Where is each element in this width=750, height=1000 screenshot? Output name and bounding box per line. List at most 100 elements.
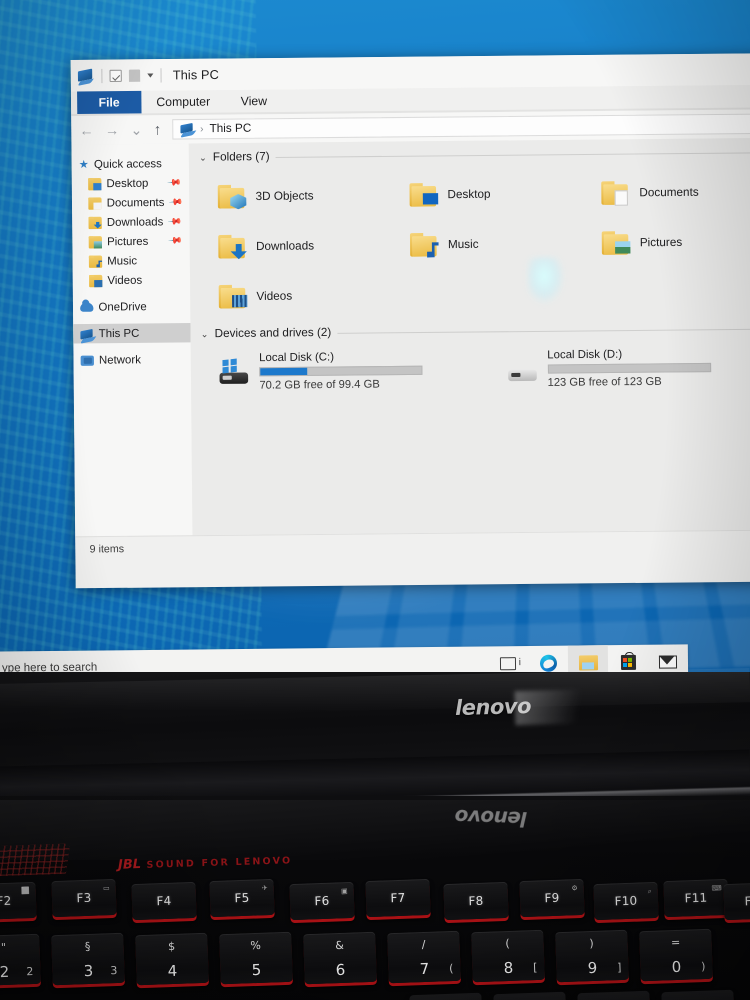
- key-f10[interactable]: F10 ⌕: [593, 881, 659, 921]
- key-f12[interactable]: F12: [723, 881, 750, 921]
- folders-group-header[interactable]: ⌄ Folders (7): [199, 146, 750, 164]
- customize-dropdown-icon[interactable]: [147, 72, 154, 78]
- this-pc-icon[interactable]: [77, 67, 94, 83]
- address-field[interactable]: › This PC: [172, 113, 750, 140]
- key-5[interactable]: % 5: [219, 931, 293, 985]
- folder-tile[interactable]: Documents: [583, 166, 750, 218]
- drives-list[interactable]: Local Disk (C:) 70.2 GB free of 99.4 GB …: [201, 343, 750, 392]
- key-altgr-label: 2: [26, 964, 34, 979]
- sidebar-item-music[interactable]: Music: [72, 251, 189, 272]
- folder-label: Documents: [639, 186, 699, 199]
- folder-videos-icon: [218, 284, 248, 310]
- desktop-folder-icon: [88, 177, 102, 190]
- key-9[interactable]: ) 9]: [555, 929, 629, 983]
- folder-tile[interactable]: Downloads: [200, 220, 392, 272]
- key-u[interactable]: U: [493, 991, 567, 1000]
- forward-button[interactable]: →: [105, 122, 119, 138]
- pin-icon[interactable]: 📌: [167, 214, 182, 230]
- pictures-folder-icon: [88, 235, 103, 248]
- pin-icon[interactable]: 📌: [166, 175, 182, 191]
- key-f4[interactable]: F4: [131, 881, 197, 921]
- devices-group-header[interactable]: ⌄ Devices and drives (2): [201, 322, 750, 340]
- key-4[interactable]: $4: [135, 932, 209, 986]
- sidebar-item-network[interactable]: Network: [73, 350, 190, 371]
- speaker-grille: [0, 843, 71, 877]
- sidebar-item-pictures[interactable]: Pictures 📌: [72, 231, 189, 252]
- key-3[interactable]: § 3 3: [51, 933, 125, 986]
- key-0[interactable]: = 0): [639, 928, 713, 982]
- key-shift-label: =: [670, 936, 681, 950]
- new-folder-icon[interactable]: [128, 68, 141, 82]
- pin-icon[interactable]: 📌: [167, 194, 183, 210]
- key-label: 0: [671, 958, 682, 977]
- chevron-down-icon[interactable]: ⌄: [201, 328, 209, 339]
- key-label: 5: [251, 961, 262, 980]
- folder-tile[interactable]: Pictures: [583, 216, 750, 268]
- sidebar-item-documents[interactable]: Documents 📌: [72, 192, 189, 213]
- key-2[interactable]: " 2 2: [0, 933, 41, 987]
- key-label: F9: [544, 890, 560, 906]
- key-i[interactable]: I: [577, 990, 651, 1000]
- folder-downloads-icon: [218, 234, 247, 260]
- key-label: F10: [614, 893, 638, 909]
- key-f5[interactable]: F5 ✈: [209, 878, 275, 918]
- music-folder-icon: [88, 255, 103, 268]
- navigation-pane[interactable]: ★ Quick access Desktop 📌 Documents 📌 Dow…: [71, 143, 193, 537]
- folder-tile[interactable]: 3D Objects: [199, 170, 391, 222]
- file-explorer-window[interactable]: This PC File Computer View ← → ⌄ ↑ › Thi…: [70, 53, 750, 589]
- sidebar-label: Quick access: [93, 157, 162, 171]
- key-label: 4: [167, 961, 178, 980]
- sidebar-label: OneDrive: [98, 300, 147, 314]
- sidebar-item-desktop[interactable]: Desktop 📌: [72, 173, 189, 194]
- drive-tile[interactable]: Local Disk (D:) 123 GB free of 123 GB: [489, 345, 750, 390]
- sidebar-item-this-pc[interactable]: This PC: [73, 323, 191, 344]
- key-label: 3: [83, 962, 94, 981]
- folder-tile[interactable]: Music: [392, 218, 584, 270]
- sidebar-item-onedrive[interactable]: OneDrive: [73, 296, 190, 317]
- key-7[interactable]: / 7 (: [387, 930, 461, 984]
- recent-locations-button[interactable]: ⌄: [130, 122, 142, 138]
- back-button[interactable]: ←: [79, 122, 93, 138]
- chevron-down-icon[interactable]: ⌄: [199, 152, 207, 163]
- key-y[interactable]: Y: [409, 992, 483, 1000]
- file-explorer-icon: [578, 654, 598, 670]
- key-function-icon: ⬜: [20, 887, 30, 896]
- sidebar-item-downloads[interactable]: Downloads 📌: [72, 212, 189, 233]
- key-8[interactable]: (8 [: [471, 930, 545, 983]
- drive-free-text: 70.2 GB free of 99.4 GB: [259, 378, 380, 392]
- downloads-folder-icon: [88, 216, 102, 229]
- sidebar-item-videos[interactable]: Videos: [73, 270, 190, 291]
- key-f9[interactable]: F9 ⚙: [519, 878, 585, 918]
- breadcrumb-this-pc[interactable]: This PC: [210, 123, 252, 136]
- key-f7[interactable]: F7: [365, 878, 431, 918]
- folder-label: Music: [447, 238, 479, 251]
- sidebar-label: Music: [107, 254, 138, 268]
- network-icon: [80, 355, 94, 366]
- key-f2[interactable]: F2 ⬜: [0, 881, 37, 921]
- drive-tile[interactable]: Local Disk (C:) 70.2 GB free of 99.4 GB: [201, 348, 490, 393]
- folders-tile-grid[interactable]: 3D Objects Desktop Documents Downloads M…: [199, 166, 750, 321]
- tab-computer[interactable]: Computer: [141, 90, 226, 113]
- key-f11[interactable]: F11 ⌨: [663, 878, 729, 918]
- tab-view[interactable]: View: [225, 90, 282, 113]
- properties-icon[interactable]: [109, 69, 122, 82]
- key-f6[interactable]: F6 ▣: [289, 881, 355, 921]
- key-function-icon: ▭: [102, 884, 110, 893]
- key-f8[interactable]: F8: [443, 881, 509, 921]
- sidebar-item-quick-access[interactable]: ★ Quick access: [72, 154, 189, 175]
- breadcrumb-separator: ›: [200, 123, 204, 135]
- key-f3[interactable]: F3 ▭: [51, 878, 117, 918]
- keyboard[interactable]: F2 ⬜ F3 ▭ F4 F5 ✈ F6 ▣ F7 F8 F9 ⚙ F10 ⌕ F11 ⌨ F12 " 2 2 § 3 3 $…: [0, 876, 750, 1000]
- folder-tile[interactable]: Videos: [200, 270, 392, 322]
- folder-tile[interactable]: Desktop: [391, 168, 583, 220]
- microsoft-store-icon: [620, 654, 636, 670]
- key-6[interactable]: & 6: [303, 931, 377, 984]
- content-pane[interactable]: ⌄ Folders (7) 3D Objects Desktop Documen…: [188, 137, 750, 536]
- up-button[interactable]: ↑: [154, 121, 162, 138]
- key-label: F4: [156, 893, 172, 909]
- key-altgr-label: 3: [110, 964, 118, 978]
- pin-icon[interactable]: 📌: [167, 233, 182, 249]
- tab-file[interactable]: File: [77, 90, 142, 114]
- key-o[interactable]: O: [661, 989, 735, 1000]
- sidebar-label: Documents: [106, 196, 165, 210]
